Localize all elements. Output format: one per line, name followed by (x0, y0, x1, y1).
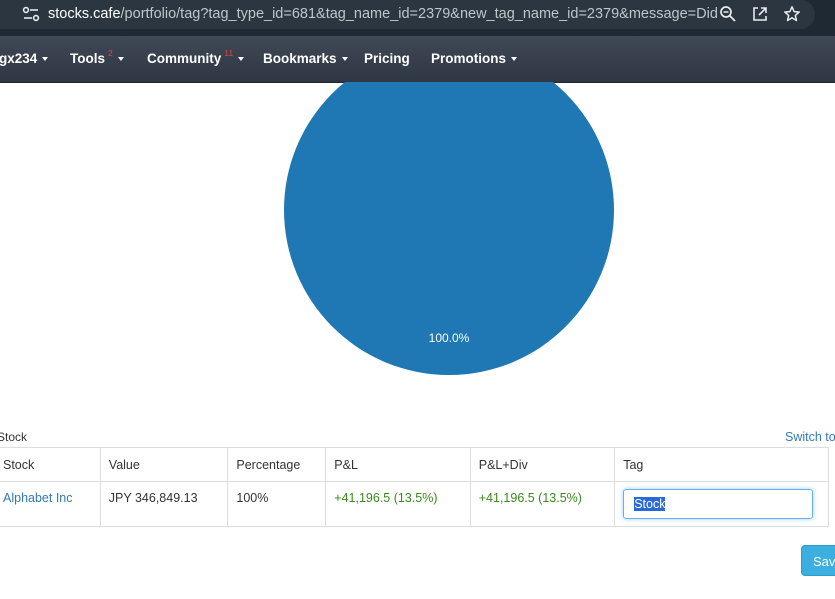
cell-pnl-div: +41,196.5 (13.5%) (469, 481, 616, 527)
nav-tools[interactable]: Tools 2 (70, 36, 124, 82)
tag-input-value: Stock (634, 497, 666, 511)
caret-down-icon (511, 57, 518, 62)
nav-community-label: Community (147, 51, 222, 66)
pie-slice-label: 100.0% (429, 331, 470, 345)
url-domain: stocks.cafe (48, 6, 121, 22)
nav-community[interactable]: Community 11 (147, 36, 245, 82)
header-stock[interactable]: Stock (0, 447, 101, 482)
header-pnl-div[interactable]: P&L+Div (469, 447, 616, 482)
nav-user-menu[interactable]: gx234 (0, 36, 49, 82)
caret-down-icon (238, 57, 245, 62)
header-pnl[interactable]: P&L (325, 447, 471, 482)
cell-value: JPY 346,849.13 (99, 481, 229, 527)
zoom-icon[interactable] (719, 5, 737, 23)
caret-down-icon (341, 57, 348, 62)
caret-down-icon (117, 57, 124, 62)
cell-pnl: +41,196.5 (13.5%) (325, 481, 471, 527)
header-tag[interactable]: Tag (614, 447, 829, 482)
nav-bookmarks-label: Bookmarks (263, 51, 337, 66)
site-navbar: gx234 Tools 2 Community 11 Bookmarks Prici… (0, 36, 835, 83)
header-value[interactable]: Value (99, 447, 229, 482)
nav-promotions-label: Promotions (431, 51, 507, 66)
url-path: /portfolio/tag?tag_type_id=681&tag_name_… (120, 6, 718, 22)
save-button[interactable]: Save (801, 545, 835, 576)
nav-tools-label: Tools (70, 51, 105, 66)
switch-view-link[interactable]: Switch to (785, 430, 835, 444)
allocation-pie-chart: 100.0% (284, 82, 614, 375)
nav-community-badge: 11 (224, 48, 234, 58)
site-settings-icon[interactable] (22, 6, 40, 22)
nav-tools-badge: 2 (108, 48, 113, 58)
nav-pricing[interactable]: Pricing (364, 36, 410, 82)
bookmark-star-icon[interactable] (783, 5, 801, 23)
cell-stock: Alphabet Inc (0, 481, 101, 527)
browser-toolbar: stocks.cafe/portfolio/tag?tag_type_id=68… (0, 0, 835, 36)
share-icon[interactable] (751, 5, 769, 23)
tag-input[interactable]: Stock (623, 489, 814, 519)
stocks-table: Stock Value Percentage P&L P&L+Div Tag A… (0, 447, 829, 527)
cell-tag: Stock (614, 481, 829, 527)
table-caption: Stock (0, 430, 28, 444)
caret-down-icon (42, 57, 49, 62)
stock-link[interactable]: Alphabet Inc (3, 491, 73, 505)
address-bar[interactable]: stocks.cafe/portfolio/tag?tag_type_id=68… (0, 0, 815, 29)
header-percentage[interactable]: Percentage (227, 447, 327, 482)
nav-promotions[interactable]: Promotions (431, 36, 518, 82)
url-text[interactable]: stocks.cafe/portfolio/tag?tag_type_id=68… (48, 6, 718, 23)
nav-user-label: gx234 (0, 51, 38, 66)
table-header-row: Stock Value Percentage P&L P&L+Div Tag (0, 447, 829, 482)
nav-bookmarks[interactable]: Bookmarks (263, 36, 348, 82)
cell-percentage: 100% (227, 481, 327, 527)
table-row: Alphabet Inc JPY 346,849.13 100% +41,196… (0, 481, 829, 527)
nav-pricing-label: Pricing (364, 51, 410, 66)
